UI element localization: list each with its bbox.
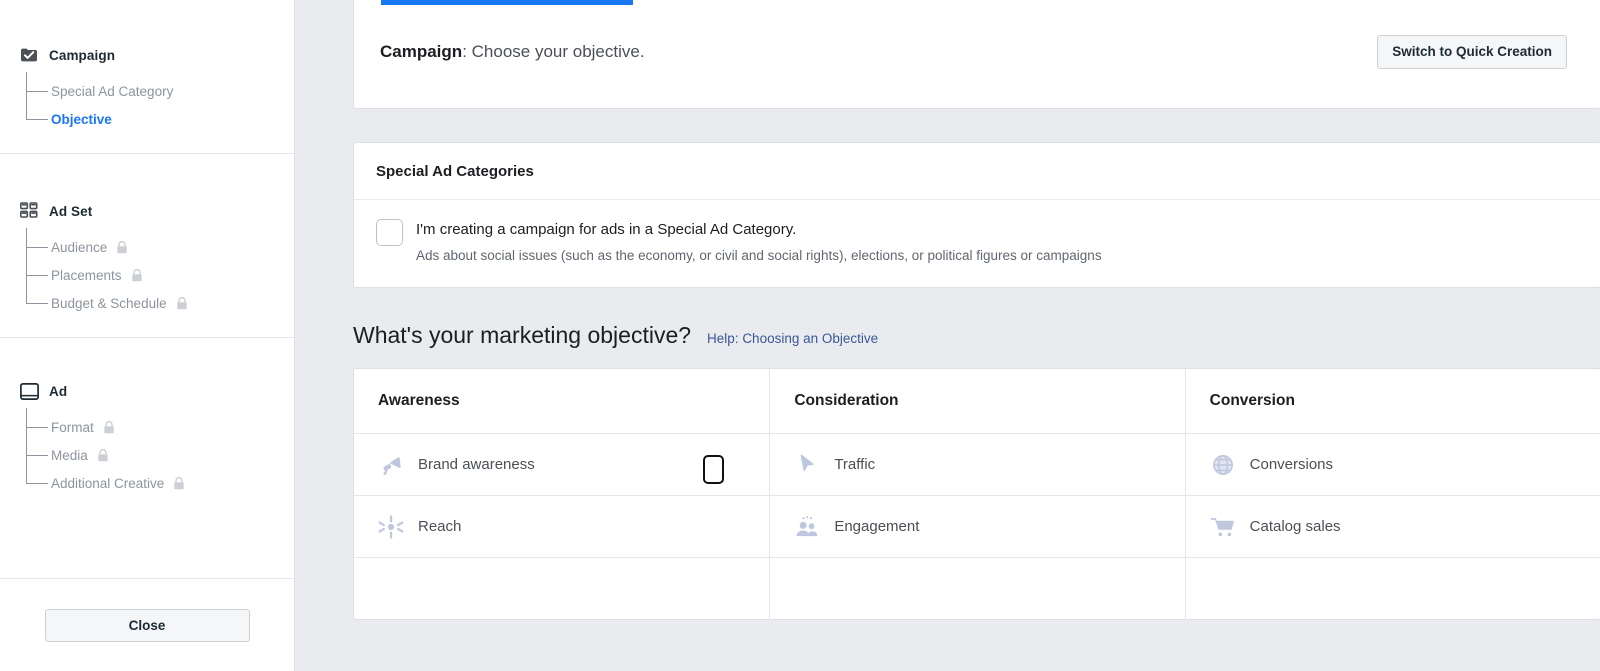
- sidebar-section-title: Ad: [49, 383, 68, 399]
- sidebar-item-budget-and-schedule[interactable]: Budget & Schedule: [26, 289, 294, 317]
- sidebar-item-label: Budget & Schedule: [51, 295, 167, 311]
- sidebar-item-additional-creative[interactable]: Additional Creative: [26, 469, 294, 497]
- objective-option-engagement[interactable]: Engagement: [769, 496, 1184, 557]
- column-header-label: Consideration: [794, 392, 899, 409]
- lock-icon: [176, 296, 188, 310]
- sidebar-item-label: Audience: [51, 239, 108, 255]
- objective-option-conversions[interactable]: Conversions: [1184, 434, 1600, 495]
- switch-to-quick-creation-button[interactable]: Switch to Quick Creation: [1377, 34, 1567, 69]
- sidebar-children-ad-set: Audience Placements Budget & Schedule: [0, 228, 294, 317]
- objective-option-reach[interactable]: Reach: [354, 496, 769, 557]
- sidebar-children-campaign: Special Ad Category Objective: [0, 72, 294, 133]
- objective-option-label: Catalog sales: [1249, 518, 1341, 535]
- special-ad-category-checkbox-label[interactable]: I'm creating a campaign for ads in a Spe…: [416, 220, 1102, 240]
- ad-set-grid-icon: [18, 200, 40, 222]
- sidebar-item-format[interactable]: Format: [26, 413, 294, 441]
- page-title-bold: Campaign: [380, 41, 463, 61]
- sidebar-item-label: Format: [51, 419, 94, 435]
- sidebar-section-header-campaign[interactable]: Campaign: [0, 40, 294, 70]
- cursor-arrow-icon: [794, 452, 820, 478]
- objective-option-label: Brand awareness: [418, 456, 535, 473]
- help-choosing-objective-link[interactable]: Help: Choosing an Objective: [707, 331, 878, 346]
- marketing-objective-heading-row: What's your marketing objective? Help: C…: [353, 322, 1600, 349]
- sidebar-item-media[interactable]: Media: [26, 441, 294, 469]
- sidebar-item-label: Objective: [51, 111, 112, 127]
- lock-icon: [97, 448, 109, 462]
- sidebar-section-title: Ad Set: [49, 203, 93, 219]
- column-header-label: Conversion: [1209, 392, 1295, 409]
- sidebar-item-objective[interactable]: Objective: [26, 105, 294, 133]
- campaign-header-card: Campaign: Choose your objective. Switch …: [353, 0, 1600, 109]
- sidebar-item-special-ad-category[interactable]: Special Ad Category: [26, 77, 294, 105]
- table-row: Brand awareness Traffic Conversions: [354, 433, 1600, 495]
- special-ad-categories-body: I'm creating a campaign for ads in a Spe…: [354, 200, 1600, 287]
- column-header-consideration: Consideration: [769, 369, 1184, 433]
- page-title-rest: : Choose your objective.: [462, 41, 645, 61]
- sidebar-item-placements[interactable]: Placements: [26, 261, 294, 289]
- sidebar-item-label: Media: [51, 447, 88, 463]
- shopping-cart-icon: [1210, 514, 1236, 540]
- sidebar-item-label: Special Ad Category: [51, 83, 174, 99]
- close-button[interactable]: Close: [44, 608, 250, 642]
- reach-starburst-icon: [378, 514, 404, 540]
- special-ad-category-description: Ads about social issues (such as the eco…: [416, 248, 1102, 263]
- objective-option-traffic[interactable]: Traffic: [769, 434, 1184, 495]
- sidebar-section-header-ad-set[interactable]: Ad Set: [0, 196, 294, 226]
- sidebar-item-audience[interactable]: Audience: [26, 233, 294, 261]
- objective-option-label: Reach: [418, 518, 462, 535]
- special-ad-categories-card: Special Ad Categories I'm creating a cam…: [353, 142, 1600, 288]
- sidebar-navigation: Campaign Special Ad Category Objective A…: [0, 0, 295, 671]
- lock-icon: [131, 268, 143, 282]
- objective-option-catalog-sales[interactable]: Catalog sales: [1184, 496, 1600, 557]
- marketing-objective-heading: What's your marketing objective?: [353, 322, 692, 348]
- table-header-row: Awareness Consideration Conversion: [354, 369, 1600, 433]
- lock-icon: [103, 420, 115, 434]
- lock-icon: [116, 240, 128, 254]
- objective-option-partial[interactable]: [769, 558, 1184, 619]
- column-header-label: Awareness: [378, 392, 460, 409]
- sidebar-section-campaign: Campaign Special Ad Category Objective: [0, 0, 294, 153]
- marketing-objectives-table: Awareness Consideration Conversion Brand…: [353, 368, 1600, 620]
- main-content: Campaign: Choose your objective. Switch …: [295, 0, 1600, 671]
- column-header-conversion: Conversion: [1184, 369, 1600, 433]
- special-ad-category-checkbox[interactable]: [376, 219, 403, 246]
- sidebar-footer: Close: [0, 578, 294, 671]
- column-header-awareness: Awareness: [354, 369, 769, 433]
- objective-option-brand-awareness[interactable]: Brand awareness: [354, 434, 769, 495]
- table-row: [354, 557, 1600, 619]
- page-title: Campaign: Choose your objective.: [380, 42, 645, 62]
- campaign-creation-page: Campaign Special Ad Category Objective A…: [0, 0, 1600, 671]
- objective-option-partial[interactable]: [1184, 558, 1600, 619]
- table-row: Reach Engagement Catalog sales: [354, 495, 1600, 557]
- special-ad-categories-title: Special Ad Categories: [354, 143, 1600, 200]
- sidebar-section-title: Campaign: [49, 47, 116, 63]
- objective-option-label: Conversions: [1249, 456, 1334, 473]
- sidebar-section-ad: Ad Format Media Additional Creative: [0, 338, 294, 517]
- sidebar-section-header-ad[interactable]: Ad: [0, 376, 294, 406]
- active-tab-underline: [381, 0, 633, 5]
- mouse-cursor-indicator: [703, 455, 724, 484]
- objective-option-label: Traffic: [834, 456, 876, 473]
- sidebar-item-label: Additional Creative: [51, 475, 165, 491]
- lock-icon: [173, 476, 185, 490]
- sidebar-item-label: Placements: [51, 267, 122, 283]
- sidebar-section-ad-set: Ad Set Audience Placements Budget & Sche…: [0, 154, 294, 337]
- ad-window-icon: [18, 380, 40, 402]
- objective-option-label: Engagement: [834, 518, 920, 535]
- sidebar-children-ad: Format Media Additional Creative: [0, 408, 294, 497]
- globe-icon: [1210, 452, 1236, 478]
- campaign-checked-icon: [18, 44, 40, 66]
- megaphone-icon: [378, 452, 404, 478]
- objective-option-partial[interactable]: [354, 558, 769, 619]
- special-ad-category-texts: I'm creating a campaign for ads in a Spe…: [416, 219, 1102, 265]
- people-icon: [794, 514, 820, 540]
